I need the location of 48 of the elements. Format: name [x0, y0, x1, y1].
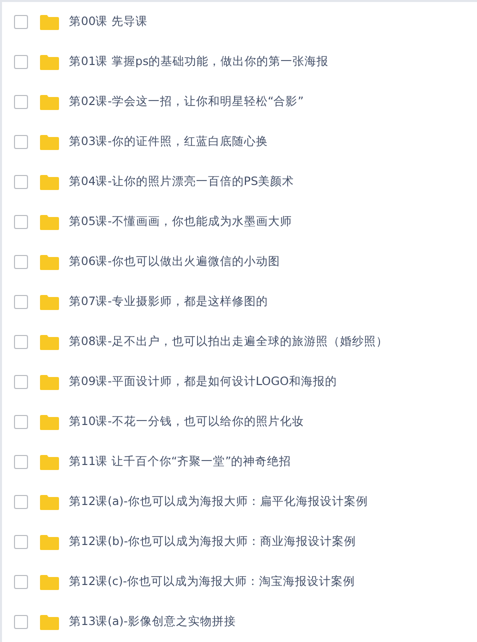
folder-icon: [39, 334, 60, 350]
folder-name[interactable]: 第13课(a)-影像创意之实物拼接: [69, 613, 236, 631]
folder-icon: [39, 574, 60, 590]
folder-icon: [39, 294, 60, 310]
checkbox[interactable]: [14, 55, 28, 69]
checkbox[interactable]: [14, 375, 28, 389]
checkbox[interactable]: [14, 575, 28, 589]
folder-name[interactable]: 第06课-你也可以做出火遍微信的小动图: [69, 253, 280, 271]
folder-icon: [39, 254, 60, 270]
checkbox[interactable]: [14, 455, 28, 469]
folder-name[interactable]: 第09课-平面设计师，都是如何设计LOGO和海报的: [69, 373, 337, 391]
folder-icon: [39, 174, 60, 190]
folder-name[interactable]: 第12课(c)-你也可以成为海报大师：淘宝海报设计案例: [69, 573, 356, 591]
folder-name[interactable]: 第02课-学会这一招，让你和明星轻松“合影”: [69, 93, 304, 111]
folder-name[interactable]: 第08课-足不出户，也可以拍出走遍全球的旅游照（婚纱照）: [69, 333, 388, 351]
folder-name[interactable]: 第05课-不懂画画，你也能成为水墨画大师: [69, 213, 292, 231]
folder-icon: [39, 54, 60, 70]
checkbox[interactable]: [14, 175, 28, 189]
folder-icon: [39, 134, 60, 150]
checkbox[interactable]: [14, 615, 28, 629]
folder-name[interactable]: 第00课 先导课: [69, 13, 148, 31]
checkbox[interactable]: [14, 335, 28, 349]
checkbox[interactable]: [14, 215, 28, 229]
checkbox[interactable]: [14, 95, 28, 109]
folder-name[interactable]: 第03课-你的证件照，红蓝白底随心换: [69, 133, 268, 151]
checkbox[interactable]: [14, 135, 28, 149]
checkbox[interactable]: [14, 15, 28, 29]
folder-name[interactable]: 第07课-专业摄影师，都是这样修图的: [69, 293, 268, 311]
folder-name[interactable]: 第11课 让千百个你“齐聚一堂”的神奇绝招: [69, 453, 292, 471]
folder-icon: [39, 414, 60, 430]
folder-icon: [39, 94, 60, 110]
folder-name[interactable]: 第10课-不花一分钱，也可以给你的照片化妆: [69, 413, 304, 431]
folder-icon: [39, 614, 60, 630]
folder-icon: [39, 374, 60, 390]
folder-name[interactable]: 第04课-让你的照片漂亮一百倍的PS美颜术: [69, 173, 294, 191]
checkbox[interactable]: [14, 535, 28, 549]
checkbox[interactable]: [14, 295, 28, 309]
checkbox[interactable]: [14, 495, 28, 509]
folder-icon: [39, 454, 60, 470]
folder-name[interactable]: 第12课(a)-你也可以成为海报大师：扁平化海报设计案例: [69, 493, 368, 511]
folder-icon: [39, 14, 60, 30]
folder-icon: [39, 214, 60, 230]
checkbox[interactable]: [14, 415, 28, 429]
folder-name[interactable]: 第01课 掌握ps的基础功能，做出你的第一张海报: [69, 53, 329, 71]
folder-name[interactable]: 第12课(b)-你也可以成为海报大师：商业海报设计案例: [69, 533, 356, 551]
folder-icon: [39, 494, 60, 510]
folder-icon: [39, 534, 60, 550]
checkbox[interactable]: [14, 255, 28, 269]
